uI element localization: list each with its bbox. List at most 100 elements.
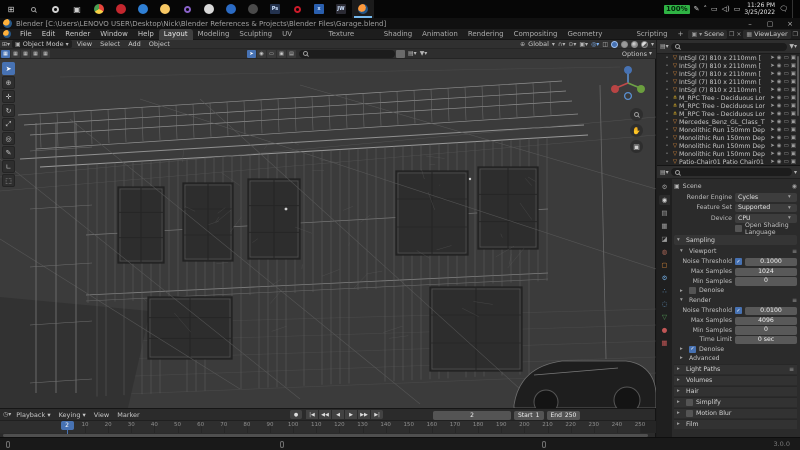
- disable-render-icon[interactable]: ▣: [791, 151, 796, 157]
- outliner-scrollbar[interactable]: [797, 56, 799, 116]
- disable-viewport-icon[interactable]: ▭: [784, 63, 789, 69]
- settings-app-icon[interactable]: [242, 0, 264, 18]
- menu-render[interactable]: Render: [60, 30, 95, 38]
- object-name[interactable]: Monolithic Run 150mm Dep: [679, 135, 770, 142]
- blender-menu-icon[interactable]: [3, 30, 11, 38]
- select-mode-subtract-icon[interactable]: ▦: [21, 50, 30, 58]
- menu-file[interactable]: File: [15, 30, 37, 38]
- workspace-tab-rendering[interactable]: Rendering: [463, 29, 509, 40]
- zoom-view-icon[interactable]: [630, 108, 643, 121]
- material-tab-icon[interactable]: ●: [659, 325, 670, 335]
- menu-help[interactable]: Help: [133, 30, 159, 38]
- hide-viewport-icon[interactable]: ◉: [777, 119, 782, 125]
- prev-keyframe-button[interactable]: ◀◀: [319, 410, 331, 419]
- r-max-field[interactable]: 4096: [735, 317, 797, 326]
- record-button[interactable]: ●: [290, 410, 302, 419]
- osl-checkbox[interactable]: [735, 225, 742, 232]
- particles-tab-icon[interactable]: ∴: [659, 286, 670, 296]
- jump-to-start-button[interactable]: |◀: [306, 410, 318, 419]
- menu-marker[interactable]: Marker: [114, 411, 142, 419]
- disable-viewport-icon[interactable]: ▭: [784, 95, 789, 101]
- properties-search-input[interactable]: [671, 168, 792, 176]
- hide-viewport-icon[interactable]: ◉: [777, 143, 782, 149]
- menu-object[interactable]: Object: [146, 40, 173, 48]
- proportional-edit-icon[interactable]: ⊙▾: [568, 41, 576, 48]
- workspace-tab-shading[interactable]: Shading: [379, 29, 417, 40]
- disable-render-icon[interactable]: ▣: [791, 63, 796, 69]
- speaker-icon[interactable]: ◁): [722, 5, 730, 13]
- workspace-tab-modeling[interactable]: Modeling: [193, 29, 235, 40]
- expand-dot-icon[interactable]: •: [663, 135, 671, 141]
- workspace-tab-sculpting[interactable]: Sculpting: [234, 29, 277, 40]
- close-button[interactable]: ×: [780, 20, 800, 28]
- disable-viewport-icon[interactable]: ▭: [784, 71, 789, 77]
- object-name[interactable]: Monolithic Run 150mm Dep: [679, 127, 770, 134]
- object-name[interactable]: IntSgl (7) 810 x 2110mm [: [679, 71, 770, 78]
- outliner-item[interactable]: •▽IntSgl (7) 810 x 2110mm [➤◉▭▣: [657, 62, 800, 70]
- outliner-item[interactable]: •▽IntSgl (2) 810 x 2110mm [➤◉▭▣: [657, 54, 800, 62]
- new-scene-button[interactable]: ❐: [729, 31, 734, 38]
- object-tab-icon[interactable]: ▢: [659, 260, 670, 270]
- disable-viewport-icon[interactable]: ▭: [784, 79, 789, 85]
- groove-icon[interactable]: [176, 0, 198, 18]
- play-reverse-button[interactable]: ◀: [332, 410, 344, 419]
- selectable-toggle-icon[interactable]: ➤: [770, 127, 775, 133]
- filter-screen-icon[interactable]: ▭: [267, 50, 276, 58]
- vp-denoise-label[interactable]: Denoise: [699, 287, 724, 294]
- object-name[interactable]: M_RPC Tree - Deciduous Lor: [679, 111, 770, 118]
- outliner-item[interactable]: •▽Monolithic Run 150mm Dep➤◉▭▣: [657, 142, 800, 150]
- disable-viewport-icon[interactable]: ▭: [784, 159, 789, 165]
- menu-edit[interactable]: Edit: [37, 30, 61, 38]
- disable-viewport-icon[interactable]: ▭: [784, 135, 789, 141]
- subpanel-advanced[interactable]: Advanced: [689, 355, 720, 362]
- menu-select[interactable]: Select: [97, 40, 123, 48]
- opera-icon[interactable]: [286, 0, 308, 18]
- selectable-toggle-icon[interactable]: ➤: [770, 119, 775, 125]
- scene-tab-icon[interactable]: ◪: [659, 234, 670, 244]
- filter-camera-icon[interactable]: ▣: [277, 50, 286, 58]
- chevron-up-icon[interactable]: ˄: [703, 5, 707, 13]
- outliner-search-input[interactable]: [671, 43, 788, 51]
- panel-light-paths[interactable]: ▸Light Paths≡: [674, 364, 797, 374]
- disable-render-icon[interactable]: ▣: [791, 71, 796, 77]
- vp-noise-checkbox[interactable]: ✓: [735, 258, 742, 265]
- r-noise-field[interactable]: 0.0100: [745, 307, 797, 316]
- menu-window[interactable]: Window: [95, 30, 133, 38]
- show-desktop-button[interactable]: [792, 0, 796, 18]
- hide-viewport-icon[interactable]: ◉: [777, 103, 782, 109]
- outliner-item[interactable]: •▽IntSgl (7) 810 x 2110mm [➤◉▭▣: [657, 78, 800, 86]
- vp-min-field[interactable]: 0: [735, 277, 797, 286]
- select-mode-invert-icon[interactable]: ▦: [31, 50, 40, 58]
- disable-render-icon[interactable]: ▣: [791, 111, 796, 117]
- shading-material-icon[interactable]: [631, 41, 638, 48]
- add-cube-tool[interactable]: ⬚: [2, 174, 15, 187]
- cortana-icon[interactable]: [44, 0, 66, 18]
- outliner-item[interactable]: •⋔M_RPC Tree - Deciduous Lor➤◉▭▣: [657, 110, 800, 118]
- outliner-item[interactable]: •▽Patio-Chair01 Patio Chair01➤◉▭▣: [657, 158, 800, 166]
- edge-icon[interactable]: [132, 0, 154, 18]
- clock[interactable]: 11:26 PM 3/25/2022: [744, 2, 775, 16]
- workspace-tab-geometry-nodes[interactable]: Geometry Nodes: [562, 29, 631, 40]
- rotate-tool[interactable]: ↻: [2, 104, 15, 117]
- outliner-item[interactable]: •⋔M_RPC Tree - Deciduous Lor➤◉▭▣: [657, 94, 800, 102]
- panel-simplify[interactable]: ▸Simplify: [674, 397, 797, 407]
- disable-viewport-icon[interactable]: ▭: [784, 111, 789, 117]
- annotate-tool[interactable]: ✎: [2, 146, 15, 159]
- measure-tool[interactable]: ∟: [2, 160, 15, 173]
- outliner-item[interactable]: •▽IntSgl (7) 810 x 2110mm [➤◉▭▣: [657, 86, 800, 94]
- selectable-toggle-icon[interactable]: ➤: [770, 87, 775, 93]
- disable-render-icon[interactable]: ▣: [791, 159, 796, 165]
- preset-icon[interactable]: ≡: [792, 248, 797, 255]
- battery-percent-badge[interactable]: 100%: [664, 5, 690, 14]
- menu-tl-view[interactable]: View: [91, 411, 112, 419]
- physics-tab-icon[interactable]: ◌: [659, 299, 670, 309]
- properties-filter-icon[interactable]: ▾: [794, 169, 797, 176]
- maximize-button[interactable]: ▢: [760, 20, 780, 28]
- current-frame-field[interactable]: 2: [433, 411, 511, 420]
- object-name[interactable]: Mercedes_Benz_GL_Class_T: [679, 119, 770, 126]
- show-overlays-icon[interactable]: ◎▾: [591, 41, 599, 48]
- shading-wireframe-icon[interactable]: [611, 41, 618, 48]
- timeline-ruler[interactable]: 1020304050607080901001101201301401501601…: [0, 421, 656, 433]
- vp-max-field[interactable]: 1024: [735, 268, 797, 277]
- feature-set-dropdown[interactable]: Supported▾: [735, 204, 797, 213]
